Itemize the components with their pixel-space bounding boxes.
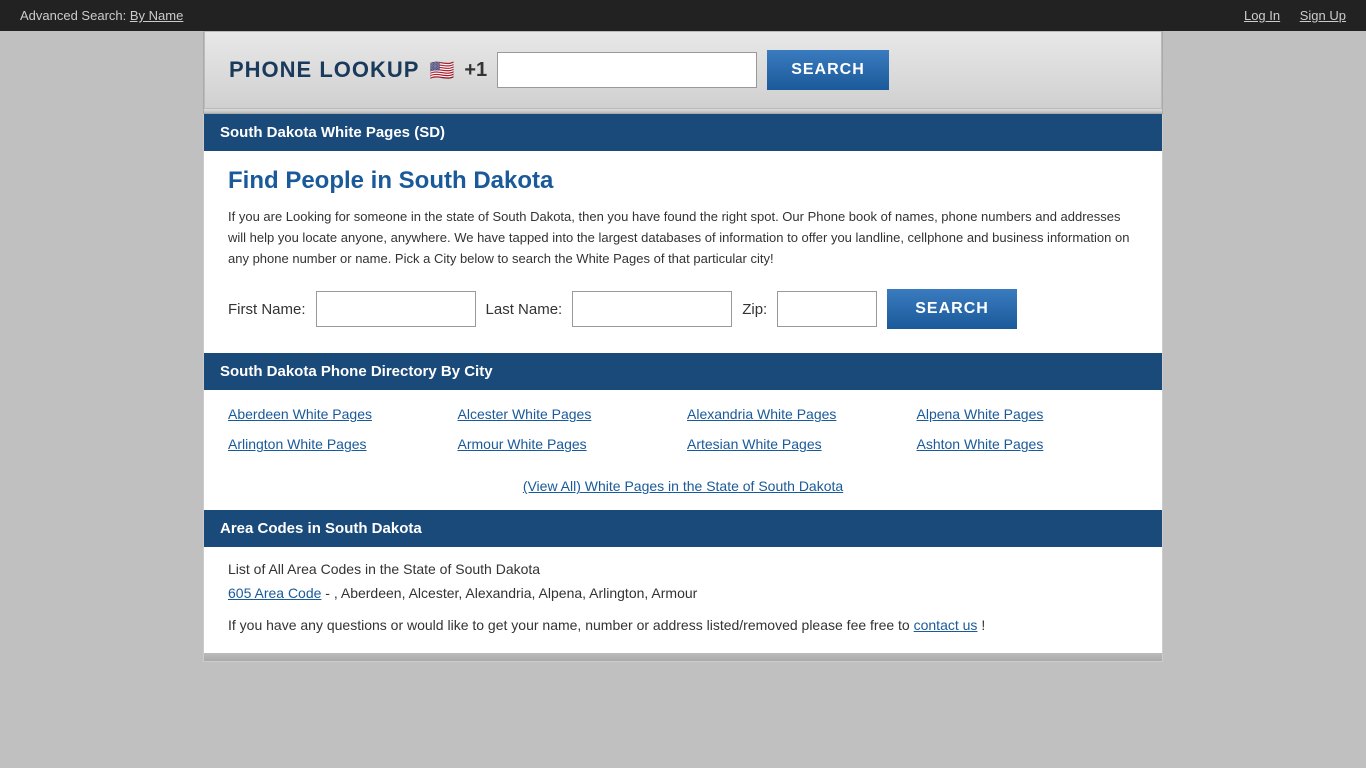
- advanced-search-area: Advanced Search: By Name: [20, 8, 183, 23]
- auth-links: Log In Sign Up: [1228, 8, 1346, 23]
- phone-lookup-section: PHONE LOOKUP 🇺🇸 +1 SEARCH: [203, 31, 1163, 114]
- contact-note-end: !: [981, 617, 985, 633]
- area-code-605-link[interactable]: 605 Area Code: [228, 585, 321, 601]
- people-search-button[interactable]: SEARCH: [887, 289, 1017, 329]
- country-code: +1: [464, 59, 487, 82]
- area-code-605-desc: - , Aberdeen, Alcester, Alexandria, Alpe…: [325, 585, 697, 601]
- last-name-label: Last Name:: [486, 301, 563, 318]
- page-title: Find People in South Dakota: [228, 167, 1138, 195]
- city-link-alcester[interactable]: Alcester White Pages: [458, 406, 680, 422]
- city-link-alexandria[interactable]: Alexandria White Pages: [687, 406, 909, 422]
- sd-whitepages-section: South Dakota White Pages (SD) Find Peopl…: [204, 114, 1162, 510]
- divider: [204, 109, 1162, 113]
- people-search-form: First Name: Last Name: Zip: SEARCH: [228, 289, 1138, 329]
- phone-lookup-title: PHONE LOOKUP: [229, 57, 419, 83]
- contact-note-text: If you have any questions or would like …: [228, 617, 910, 633]
- contact-us-link[interactable]: contact us: [914, 617, 978, 633]
- area-codes-section: Area Codes in South Dakota List of All A…: [204, 510, 1162, 653]
- city-link-alpena[interactable]: Alpena White Pages: [917, 406, 1139, 422]
- login-link[interactable]: Log In: [1244, 8, 1280, 23]
- area-codes-header: Area Codes in South Dakota: [204, 510, 1162, 547]
- page-description: If you are Looking for someone in the st…: [228, 207, 1138, 269]
- by-name-link[interactable]: By Name: [130, 8, 183, 23]
- signup-link[interactable]: Sign Up: [1300, 8, 1346, 23]
- view-all-link[interactable]: (View All) White Pages in the State of S…: [523, 478, 843, 494]
- us-flag-icon: 🇺🇸: [429, 58, 454, 83]
- city-link-arlington[interactable]: Arlington White Pages: [228, 436, 450, 452]
- city-link-ashton[interactable]: Ashton White Pages: [917, 436, 1139, 452]
- phone-lookup-bar: PHONE LOOKUP 🇺🇸 +1 SEARCH: [204, 31, 1162, 109]
- zip-label: Zip:: [742, 301, 767, 318]
- city-links-grid: Aberdeen White Pages Alcester White Page…: [204, 390, 1162, 468]
- city-link-artesian[interactable]: Artesian White Pages: [687, 436, 909, 452]
- city-link-aberdeen[interactable]: Aberdeen White Pages: [228, 406, 450, 422]
- zip-input[interactable]: [777, 291, 877, 327]
- view-all-row: (View All) White Pages in the State of S…: [204, 468, 1162, 510]
- sd-section-body: Find People in South Dakota If you are L…: [204, 151, 1162, 353]
- city-link-armour[interactable]: Armour White Pages: [458, 436, 680, 452]
- area-codes-body: List of All Area Codes in the State of S…: [204, 547, 1162, 653]
- main-content: South Dakota White Pages (SD) Find Peopl…: [203, 114, 1163, 662]
- contact-note: If you have any questions or would like …: [228, 617, 1138, 633]
- content-wrapper: PHONE LOOKUP 🇺🇸 +1 SEARCH South Dakota W…: [203, 31, 1163, 662]
- area-codes-list-title: List of All Area Codes in the State of S…: [228, 561, 1138, 577]
- area-code-605-row: 605 Area Code - , Aberdeen, Alcester, Al…: [228, 585, 1138, 601]
- bottom-shadow: [204, 653, 1162, 661]
- first-name-label: First Name:: [228, 301, 306, 318]
- page-outer: Advanced Search: By Name Log In Sign Up …: [0, 0, 1366, 768]
- sd-section-header: South Dakota White Pages (SD): [204, 114, 1162, 151]
- phone-search-button[interactable]: SEARCH: [767, 50, 889, 90]
- phone-number-input[interactable]: [497, 52, 757, 88]
- last-name-input[interactable]: [572, 291, 732, 327]
- directory-header: South Dakota Phone Directory By City: [204, 353, 1162, 390]
- advanced-search-label: Advanced Search:: [20, 8, 126, 23]
- first-name-input[interactable]: [316, 291, 476, 327]
- top-navigation-bar: Advanced Search: By Name Log In Sign Up: [0, 0, 1366, 31]
